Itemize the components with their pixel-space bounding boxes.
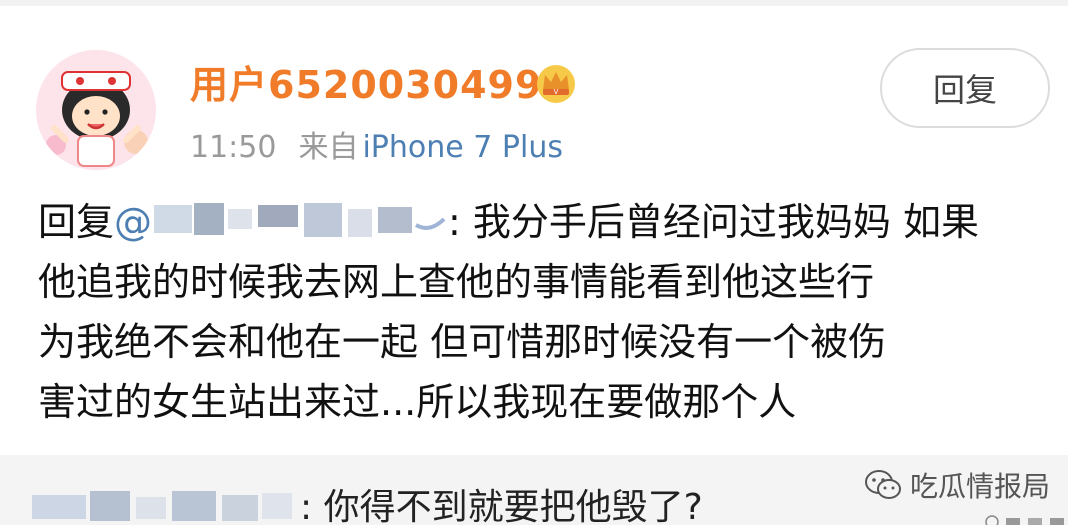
comment-line-1: 回复@ : 我分手后曾经问过我妈妈 如果 — [38, 192, 1028, 252]
reply-prefix: 回复 — [38, 200, 115, 244]
mention-tail: : — [448, 200, 461, 244]
vip-crown-icon[interactable]: V — [532, 60, 580, 104]
wechat-icon — [865, 470, 901, 499]
sub-comment-blurred-username[interactable] — [32, 485, 300, 525]
comment-line-2: 他追我的时候我去网上查他的事情能看到他这些行 — [38, 260, 875, 304]
source-prefix: 来自 — [298, 130, 359, 165]
body-line-1-text: 我分手后曾经问过我妈妈 如果 — [460, 200, 979, 244]
comment-line-4: 害过的女生站出来过...所以我现在要做那个人 — [38, 380, 797, 424]
comment-meta: 11:50 来自 iPhone 7 Plus — [190, 122, 563, 166]
comment-card: 用户6520030499 V 11:50 来自 iPhone 7 Plus 回复 回… — [0, 0, 1068, 455]
svg-text:V: V — [554, 88, 559, 96]
mention-at: @ — [114, 200, 153, 244]
cropped-watermark-icon — [985, 515, 1064, 525]
comment-time: 11:50 — [190, 130, 277, 165]
watermark-text: 吃瓜情报局 — [910, 470, 1051, 503]
reply-button[interactable]: 回复 — [880, 48, 1050, 128]
avatar-icon — [36, 50, 156, 170]
mention-blurred-username[interactable] — [154, 199, 446, 239]
comment-line-3: 为我绝不会和他在一起 但可惜那时候没有一个被伤 — [38, 320, 887, 364]
comment-body: 回复@ : 我分手后曾经问过我妈妈 如果 他追我的时候我去网上查他的事情能看到他… — [38, 192, 1028, 432]
username[interactable]: 用户6520030499 — [190, 54, 542, 109]
sub-comment-text: : 你得不到就要把他毁了? — [300, 487, 703, 525]
top-divider — [0, 0, 1068, 6]
watermark: 吃瓜情报局 — [864, 466, 1050, 504]
source-device-link[interactable]: iPhone 7 Plus — [362, 130, 563, 165]
user-avatar[interactable] — [36, 50, 156, 170]
